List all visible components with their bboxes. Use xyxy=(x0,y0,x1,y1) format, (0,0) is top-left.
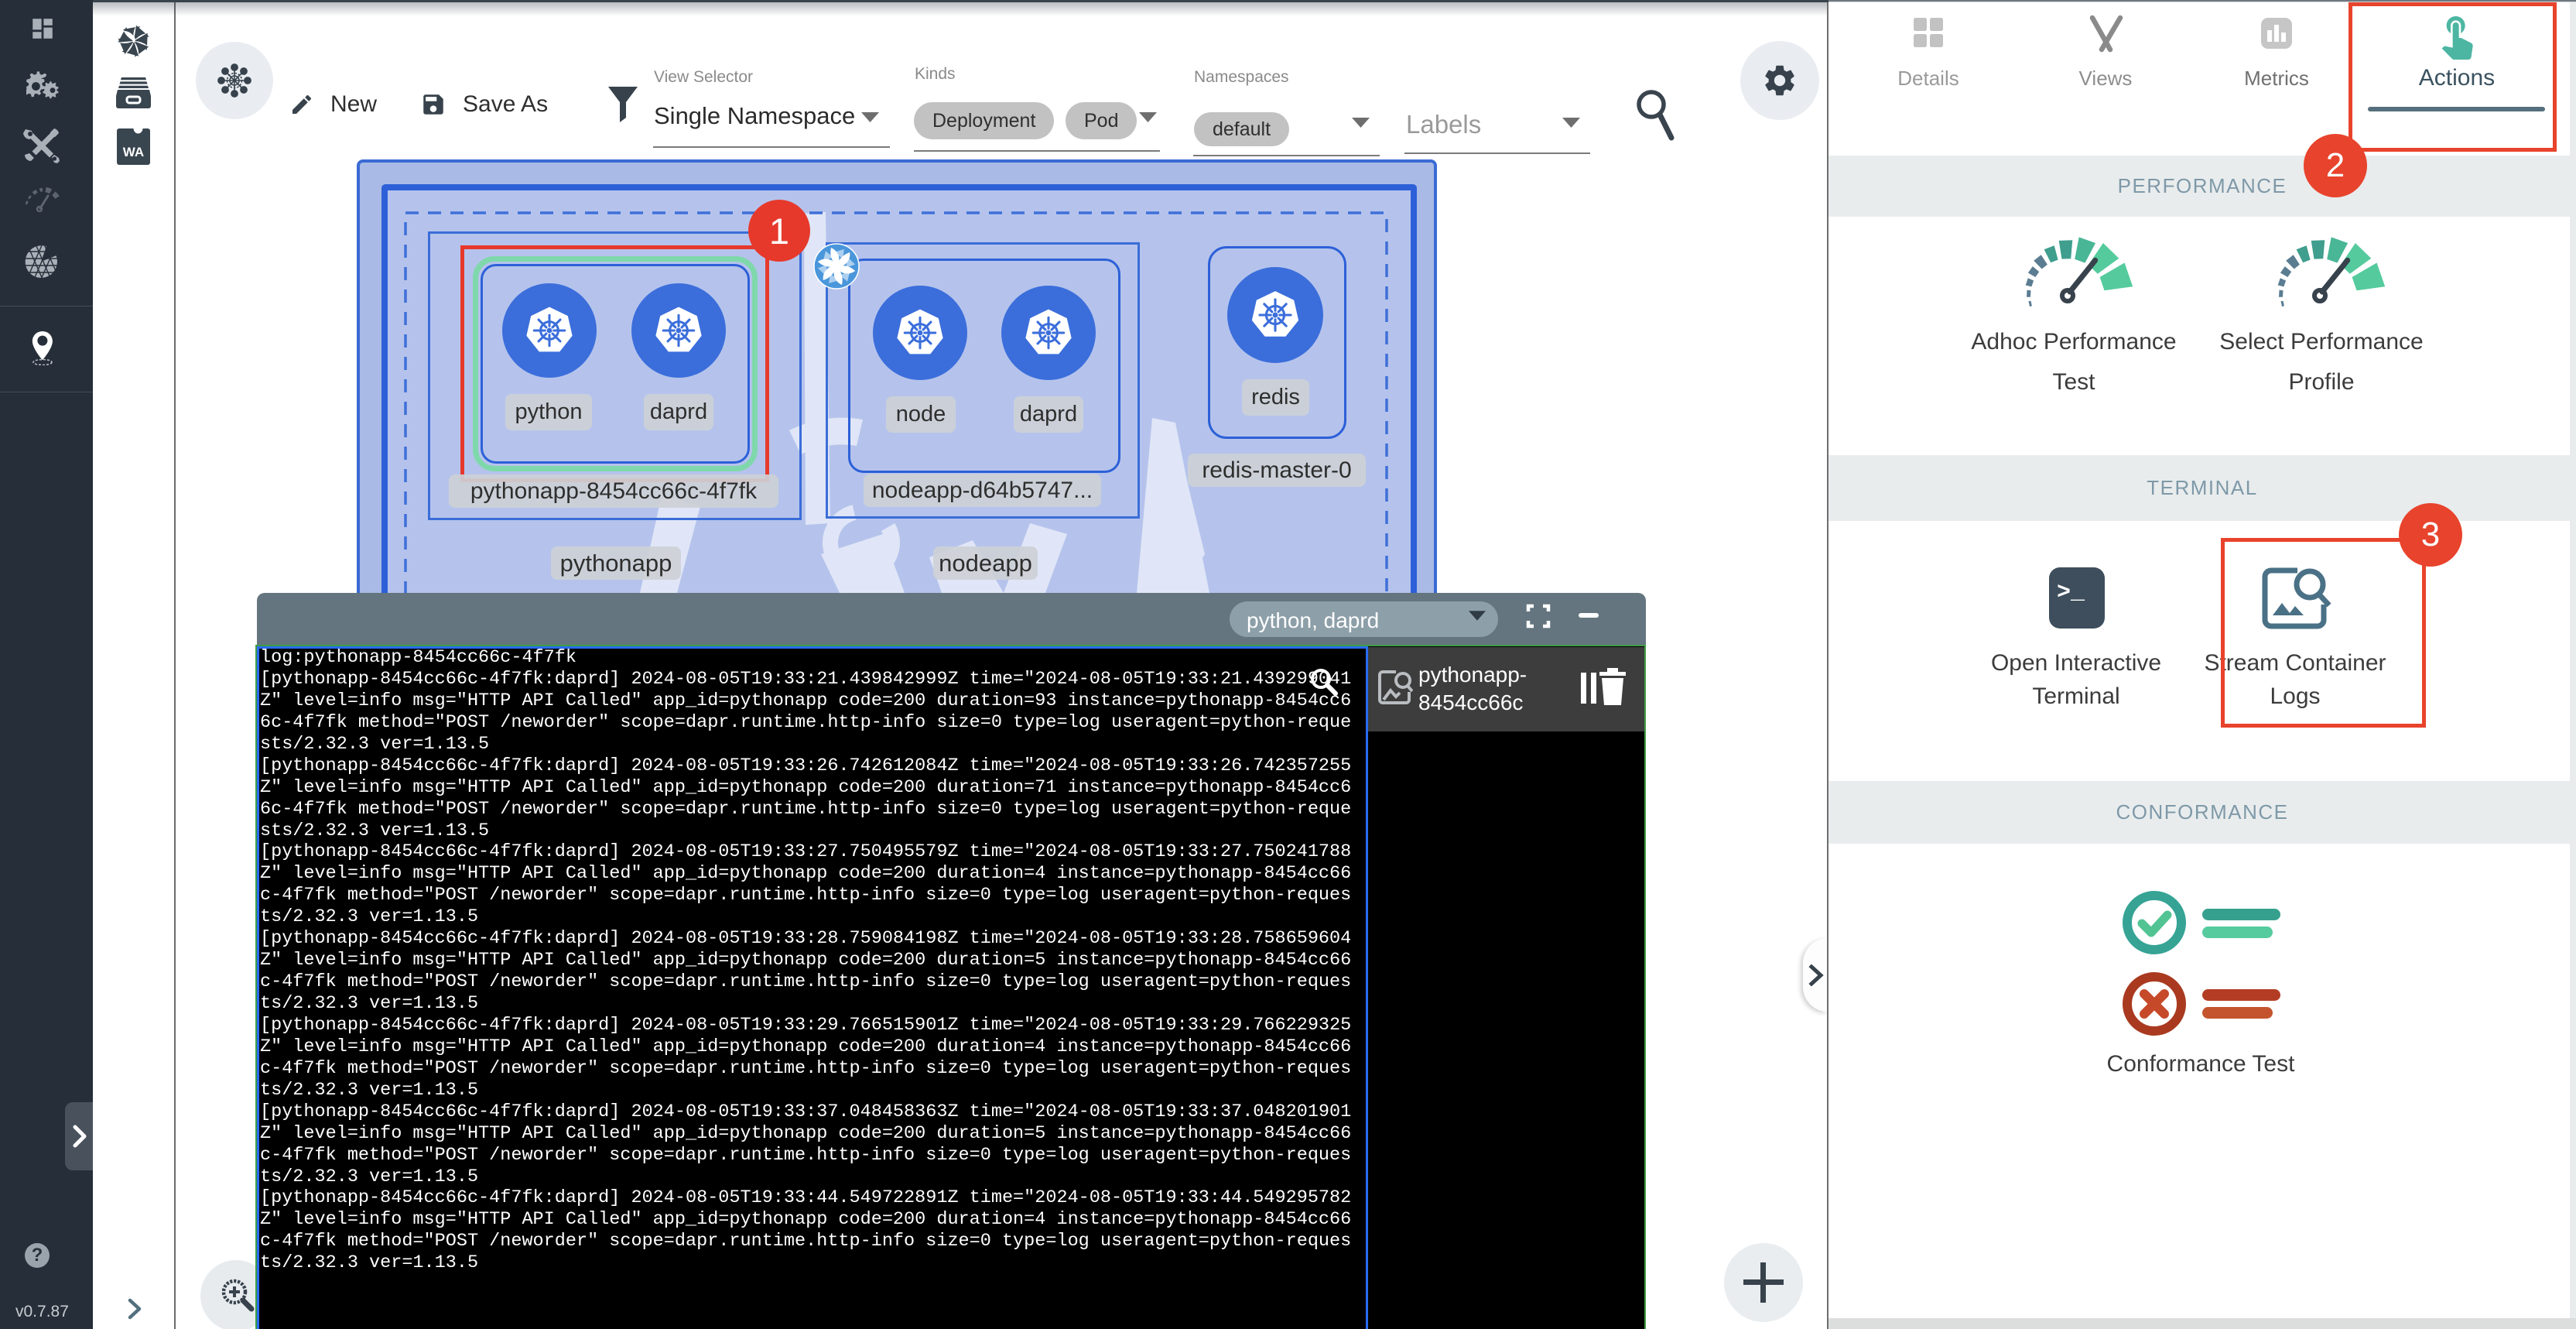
svg-text:WA: WA xyxy=(123,145,144,159)
